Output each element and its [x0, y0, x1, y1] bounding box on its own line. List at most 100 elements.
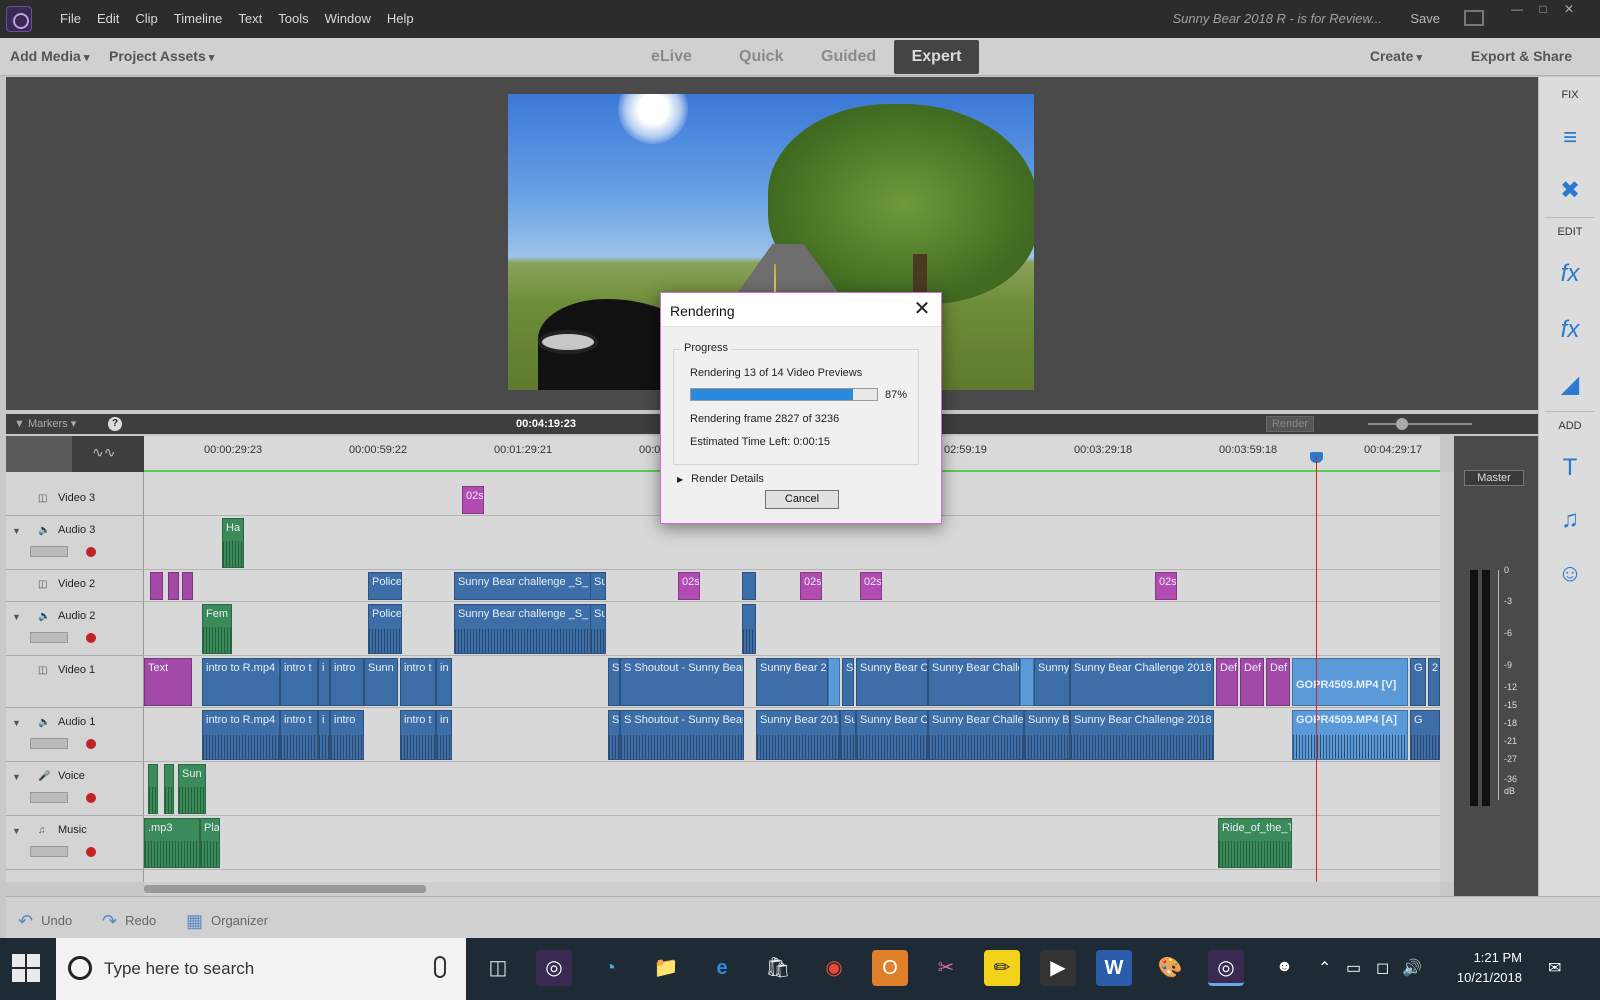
timeline-horizontal-scrollbar[interactable] [144, 882, 1440, 896]
keyframe-controls[interactable] [30, 846, 68, 857]
video-clip[interactable] [828, 658, 840, 706]
audio-clip[interactable]: Sunny Bear challenge _S_ [454, 604, 600, 654]
keyframe-controls[interactable] [30, 738, 68, 749]
record-icon[interactable] [86, 793, 96, 803]
microphone-icon[interactable] [434, 956, 446, 978]
outlook-icon[interactable]: O [872, 950, 908, 986]
file-explorer-icon[interactable]: 📁 [648, 950, 684, 986]
store-icon[interactable]: 🛍 [760, 950, 796, 986]
video-clip[interactable]: i [318, 658, 330, 706]
audio-clip[interactable]: Su [840, 710, 856, 760]
taskbar-search[interactable]: Type here to search [56, 938, 466, 1000]
premiere-elements-icon[interactable]: ◎ [1208, 950, 1244, 986]
audio-clip[interactable]: intro to R.mp4 [ [202, 710, 280, 760]
audio-clip[interactable]: Police [368, 604, 402, 654]
collapse-icon[interactable]: ▼ [12, 718, 21, 728]
text-icon[interactable]: T [1553, 451, 1587, 485]
music-icon[interactable]: ♫ [1553, 503, 1587, 537]
video-clip[interactable]: Sunn [364, 658, 398, 706]
video-app-icon[interactable]: ▶ [1040, 950, 1076, 986]
video-clip[interactable]: S [608, 658, 620, 706]
collapse-icon[interactable]: ▼ [12, 772, 21, 782]
video-clip[interactable]: in [436, 658, 452, 706]
video-clip[interactable]: Sunny Bear challenge _S_ [454, 572, 600, 600]
video-clip[interactable] [1020, 658, 1034, 706]
audio-clip[interactable]: Su [590, 604, 606, 654]
menu-tools[interactable]: Tools [270, 11, 316, 26]
audio-clip[interactable]: Ride_of_the_T [1218, 818, 1292, 868]
clock-date[interactable]: 10/21/2018 [1442, 970, 1522, 985]
audio-clip[interactable]: Sunny Bear 201 [756, 710, 840, 760]
transitions-icon[interactable]: ◢ [1553, 367, 1587, 401]
windows-start-icon[interactable] [12, 954, 42, 984]
cancel-button[interactable]: Cancel [765, 490, 839, 509]
keyframe-controls[interactable] [30, 546, 68, 557]
snipping-tool-icon[interactable]: ✂ [928, 950, 964, 986]
video-clip[interactable]: Sunny Bear Challe [928, 658, 1020, 706]
create-menu[interactable]: Create [1370, 48, 1422, 64]
video-clip[interactable]: intro to R.mp4 [ [202, 658, 280, 706]
add-media-menu[interactable]: Add Media [10, 48, 89, 64]
record-icon[interactable] [86, 739, 96, 749]
collapse-icon[interactable]: ▼ [12, 826, 21, 836]
audio-clip[interactable]: G [1410, 710, 1440, 760]
audio-clip[interactable]: S [608, 710, 620, 760]
title-clip[interactable]: 02s [462, 486, 484, 514]
audio-clip[interactable]: i [318, 710, 330, 760]
video-clip[interactable] [182, 572, 193, 600]
export-share-button[interactable]: Export & Share [1471, 48, 1572, 64]
render-details-toggle[interactable]: Render Details [677, 473, 764, 485]
menu-timeline[interactable]: Timeline [166, 11, 231, 26]
record-icon[interactable] [86, 847, 96, 857]
video-clip[interactable]: intro t [280, 658, 318, 706]
fullscreen-icon[interactable] [1464, 10, 1484, 26]
audio-clip[interactable]: S Shoutout - Sunny Bear [620, 710, 744, 760]
video-clip[interactable] [742, 572, 756, 600]
video-clip[interactable]: Sunny Bear C [856, 658, 928, 706]
scrollbar-thumb[interactable] [144, 885, 426, 893]
video-clip[interactable]: Def [1240, 658, 1264, 706]
audio-clip[interactable]: intro t [400, 710, 436, 760]
close-icon[interactable]: ✕ [911, 299, 933, 321]
tab-elive[interactable]: eLive [635, 40, 708, 74]
task-view-icon[interactable]: ◫ [480, 950, 516, 986]
video-clip[interactable]: Def [1266, 658, 1290, 706]
minimize-icon[interactable]: — [1504, 0, 1530, 20]
tab-quick[interactable]: Quick [723, 40, 799, 74]
adjustments-icon[interactable]: ≡ [1553, 121, 1587, 155]
battery-icon[interactable]: ▭ [1346, 958, 1361, 978]
video-clip[interactable]: 2 [1428, 658, 1440, 706]
help-icon[interactable]: ? [108, 417, 122, 431]
tab-expert[interactable]: Expert [894, 40, 979, 74]
collapse-icon[interactable]: ▼ [12, 612, 21, 622]
word-icon[interactable]: W [1096, 950, 1132, 986]
video-clip[interactable]: intro [330, 658, 364, 706]
chevron-up-icon[interactable]: ⌃ [1318, 958, 1331, 978]
edge-icon[interactable]: e [704, 950, 740, 986]
zoom-slider[interactable] [1368, 418, 1472, 430]
render-button[interactable]: Render [1266, 416, 1314, 432]
audio-clip[interactable]: intro t [280, 710, 318, 760]
video-clip[interactable]: Text [144, 658, 192, 706]
redo-button[interactable]: ↷ Redo [102, 909, 156, 931]
effects-icon[interactable]: fx [1553, 257, 1587, 291]
volume-icon[interactable]: 🔊 [1402, 958, 1422, 978]
project-assets-menu[interactable]: Project Assets [109, 48, 214, 64]
keyframe-controls[interactable] [30, 632, 68, 643]
track-view-toggle[interactable] [6, 436, 72, 472]
audio-clip[interactable]: GOPR4509.MP4 [A] [1292, 710, 1408, 760]
video-clip[interactable]: Def [1216, 658, 1238, 706]
sticky-notes-icon[interactable]: ✏ [984, 950, 1020, 986]
audio-clip[interactable]: Ha [222, 518, 244, 568]
video-clip[interactable] [150, 572, 163, 600]
video-clip[interactable]: GOPR4509.MP4 [V] [1292, 658, 1408, 706]
premiere-organizer-icon[interactable]: ◎ [536, 950, 572, 986]
audio-clip[interactable]: .mp3 [144, 818, 200, 868]
title-clip[interactable]: 02s [800, 572, 822, 600]
menu-text[interactable]: Text [230, 11, 270, 26]
record-icon[interactable] [86, 633, 96, 643]
tools-icon[interactable]: ✖ [1553, 173, 1587, 207]
maximize-icon[interactable]: □ [1530, 0, 1556, 20]
app-icon[interactable]: ◔ [592, 950, 628, 986]
title-clip[interactable]: 02s [1155, 572, 1177, 600]
